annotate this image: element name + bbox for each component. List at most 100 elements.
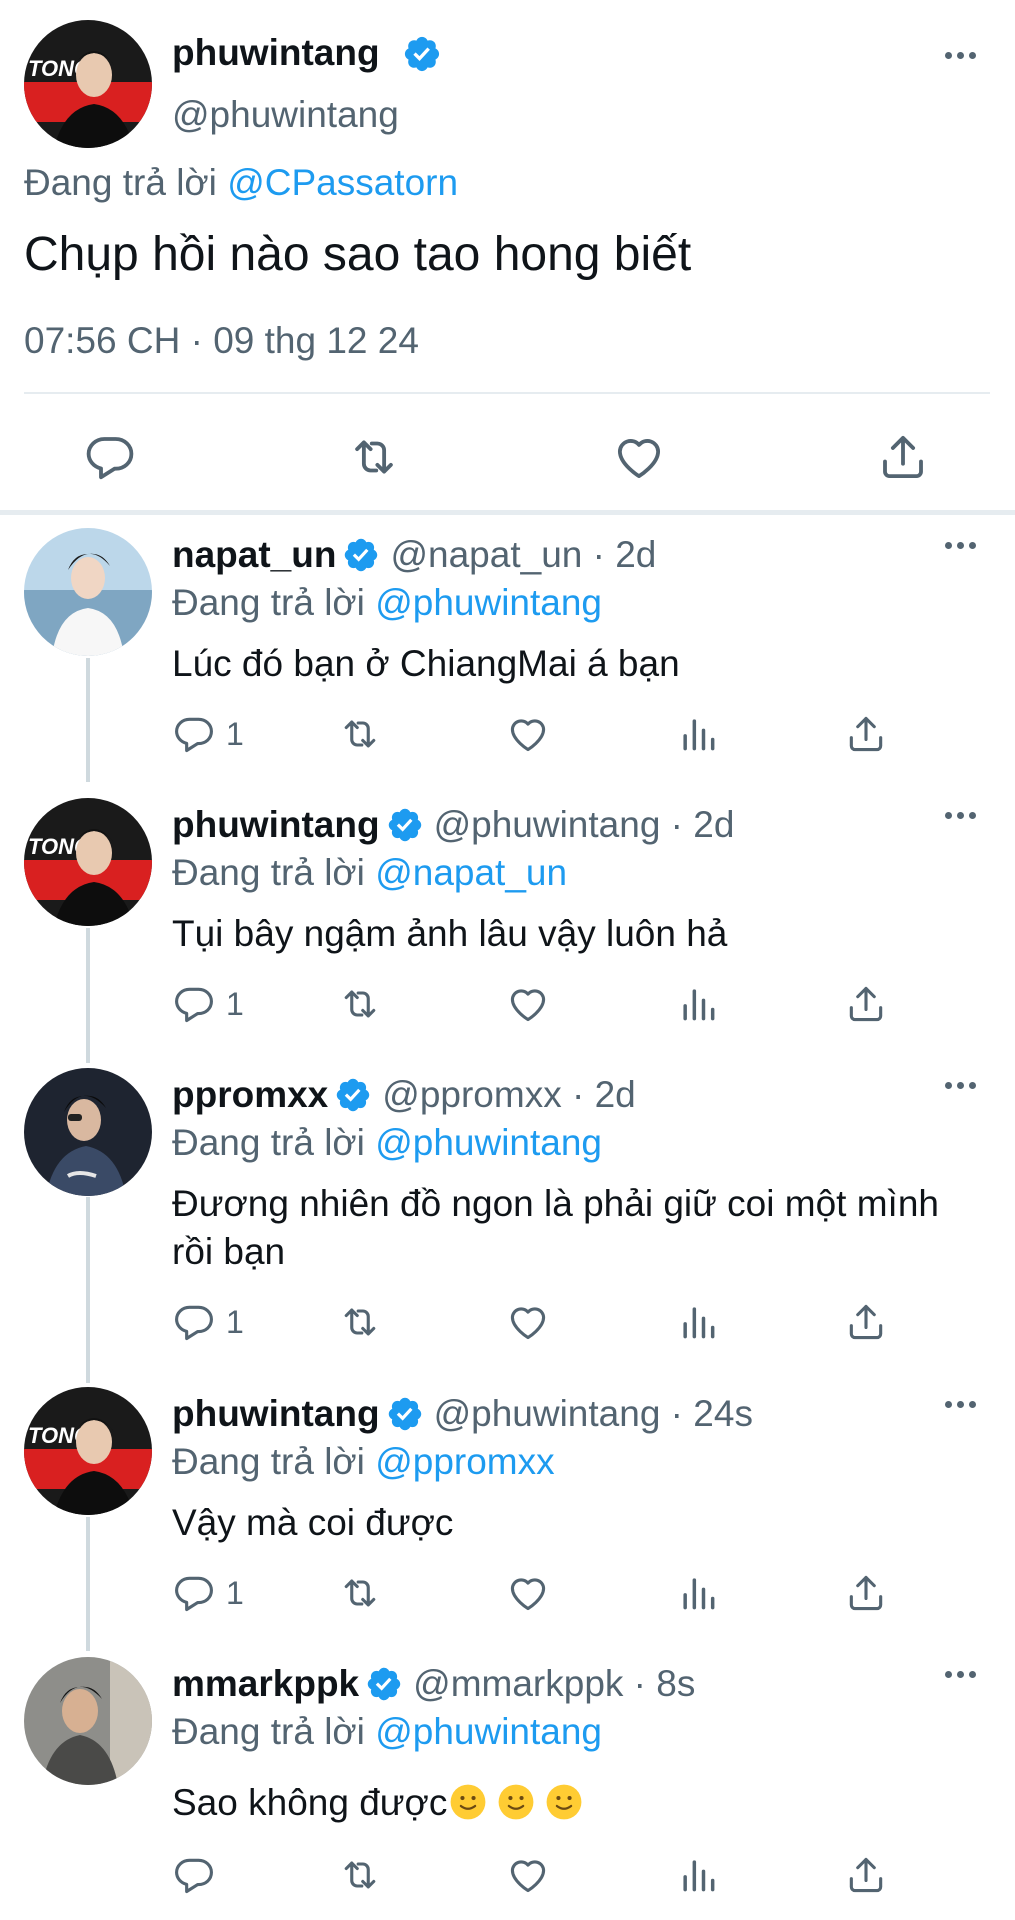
like-button[interactable] (506, 1571, 550, 1615)
like-button[interactable] (506, 982, 550, 1026)
handle-time[interactable]: @phuwintang · 24s (434, 1391, 753, 1437)
share-icon (844, 1853, 888, 1897)
reply-item[interactable]: mmarkppk @mmarkppk · 8s Đang trả lời @ph… (0, 1657, 1015, 1920)
avatar[interactable] (24, 1068, 152, 1196)
retweet-icon (338, 982, 382, 1026)
verified-badge-icon (365, 1665, 403, 1703)
reply-icon (172, 712, 216, 756)
display-name[interactable]: phuwintang (172, 30, 380, 76)
share-button[interactable] (844, 1571, 888, 1615)
views-button[interactable] (676, 712, 720, 756)
avatar[interactable] (24, 528, 152, 656)
reply-button[interactable]: 1 (172, 982, 244, 1026)
handle-time[interactable]: @mmarkppk · 8s (413, 1661, 695, 1707)
more-icon[interactable] (945, 52, 976, 59)
verified-badge-icon (402, 34, 442, 74)
replying-prefix: Đang trả lời (24, 162, 217, 203)
retweet-icon[interactable] (347, 430, 401, 484)
reply-button[interactable]: 1 (172, 1571, 244, 1615)
like-button[interactable] (506, 1300, 550, 1344)
like-icon[interactable] (612, 430, 666, 484)
views-icon (676, 712, 720, 756)
share-icon (844, 982, 888, 1026)
avatar[interactable]: TONCR (24, 1387, 152, 1515)
like-icon (506, 1571, 550, 1615)
reply-count: 1 (226, 715, 244, 752)
smile-emoji-icon (497, 1783, 535, 1821)
more-icon[interactable] (945, 542, 976, 549)
reply-text: Lúc đó bạn ở ChiangMai á bạn (172, 643, 680, 684)
smile-emoji-icon (545, 1783, 583, 1821)
share-icon (844, 712, 888, 756)
display-name[interactable]: phuwintang (172, 802, 380, 848)
replying-to-link[interactable]: @napat_un (375, 852, 567, 893)
replying-to: Đang trả lời @phuwintang (172, 1120, 602, 1166)
views-button[interactable] (676, 1571, 720, 1615)
retweet-button[interactable] (338, 1853, 382, 1897)
reply-actions (0, 1853, 1015, 1903)
replying-to-link[interactable]: @phuwintang (375, 1711, 602, 1752)
handle-time[interactable]: @phuwintang · 2d (434, 802, 735, 848)
more-icon[interactable] (945, 1671, 976, 1678)
like-button[interactable] (506, 712, 550, 756)
reply-icon (172, 1300, 216, 1344)
more-icon[interactable] (945, 812, 976, 819)
reply-item[interactable]: ppromxx @ppromxx · 2d Đang trả lời @phuw… (0, 1068, 1015, 1368)
smile-emoji-icon (449, 1783, 487, 1821)
share-icon[interactable] (876, 430, 930, 484)
reply-header: phuwintang @phuwintang · 24s (172, 1391, 753, 1437)
replying-to-link[interactable]: @ppromxx (375, 1441, 554, 1482)
replying-to: Đang trả lời @CPassatorn (24, 160, 458, 206)
replying-to-link[interactable]: @CPassatorn (227, 162, 458, 203)
display-name[interactable]: phuwintang (172, 1391, 380, 1437)
avatar[interactable]: TONCR (24, 20, 152, 148)
replying-to-link[interactable]: @phuwintang (375, 582, 602, 623)
tweet-text: Chụp hồi nào sao tao hong biết (24, 228, 692, 281)
verified-badge-icon (334, 1076, 372, 1114)
views-icon (676, 1853, 720, 1897)
retweet-button[interactable] (338, 1571, 382, 1615)
reply-button[interactable]: 1 (172, 1300, 244, 1344)
share-button[interactable] (844, 1300, 888, 1344)
like-button[interactable] (506, 1853, 550, 1897)
share-button[interactable] (844, 712, 888, 756)
retweet-button[interactable] (338, 982, 382, 1026)
handle[interactable]: @phuwintang (172, 92, 399, 138)
reply-button[interactable] (172, 1853, 216, 1897)
handle-time[interactable]: @napat_un · 2d (390, 532, 656, 578)
reply-text: Sao không được (172, 1779, 952, 1827)
like-icon (506, 1300, 550, 1344)
share-icon (844, 1571, 888, 1615)
views-button[interactable] (676, 1853, 720, 1897)
reply-text: Vậy mà coi được (172, 1502, 454, 1543)
retweet-icon (338, 1571, 382, 1615)
display-name[interactable]: napat_un (172, 532, 336, 578)
reply-item[interactable]: TONCR phuwintang @phuwintang · 2d Đang t… (0, 798, 1015, 1038)
divider (24, 392, 990, 394)
views-button[interactable] (676, 1300, 720, 1344)
more-icon[interactable] (945, 1401, 976, 1408)
reply-actions: 1 (0, 712, 1015, 762)
avatar[interactable] (24, 1657, 152, 1785)
more-icon[interactable] (945, 1082, 976, 1089)
reply-actions: 1 (0, 1571, 1015, 1621)
replying-to: Đang trả lời @phuwintang (172, 580, 602, 626)
views-button[interactable] (676, 982, 720, 1026)
reply-actions: 1 (0, 1300, 1015, 1350)
reply-icon[interactable] (83, 430, 137, 484)
display-name[interactable]: ppromxx (172, 1072, 328, 1118)
timestamp[interactable]: 07:56 CH · 09 thg 12 24 (24, 318, 419, 364)
replying-prefix: Đang trả lời (172, 1441, 365, 1482)
share-button[interactable] (844, 1853, 888, 1897)
reply-button[interactable]: 1 (172, 712, 244, 756)
display-name[interactable]: mmarkppk (172, 1661, 359, 1707)
handle-time[interactable]: @ppromxx · 2d (382, 1072, 635, 1118)
reply-item[interactable]: TONCR phuwintang @phuwintang · 24s Đang … (0, 1387, 1015, 1627)
share-button[interactable] (844, 982, 888, 1026)
replying-to-link[interactable]: @phuwintang (375, 1122, 602, 1163)
retweet-button[interactable] (338, 1300, 382, 1344)
retweet-button[interactable] (338, 712, 382, 756)
reply-item[interactable]: napat_un @napat_un · 2d Đang trả lời @ph… (0, 528, 1015, 768)
reply-header: ppromxx @ppromxx · 2d (172, 1072, 636, 1118)
avatar[interactable]: TONCR (24, 798, 152, 926)
